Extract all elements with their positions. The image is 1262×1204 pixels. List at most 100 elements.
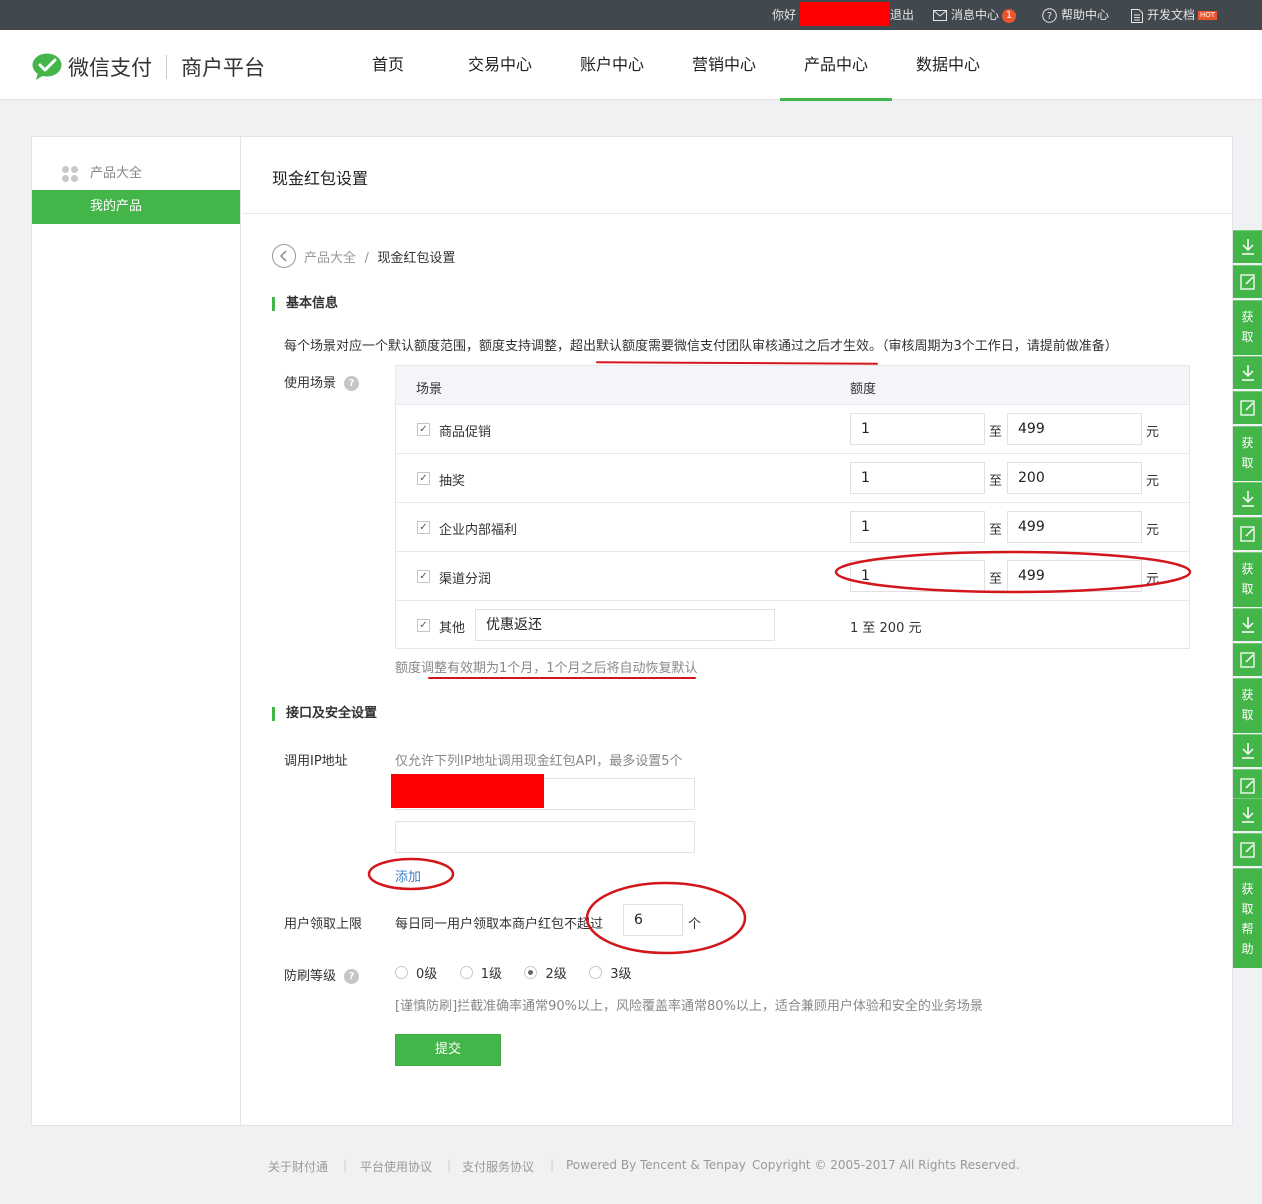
fetch-button[interactable]: 获取 [1233,552,1262,607]
to-label: 至 [989,523,1003,538]
edit-button[interactable] [1233,833,1262,866]
logo[interactable]: 微信支付 商户平台 [32,52,265,82]
sidebar-item-my-products[interactable]: 我的产品 [32,190,240,224]
message-count-badge: 1 [1002,8,1017,23]
breadcrumb-separator: / [364,251,369,266]
help-center-link[interactable]: ? 帮助中心 [1042,0,1109,30]
page-title: 现金红包设置 [272,169,369,188]
download-button[interactable] [1233,482,1262,515]
logout-link[interactable]: 退出 [890,0,914,30]
fetch-help-char: 助 [1241,942,1254,956]
scene-checkbox[interactable]: ✓ [417,570,430,583]
nav-data[interactable]: 数据中心 [892,30,1004,100]
fetch-button[interactable]: 获取 [1233,300,1262,355]
fetch-char: 获 [1241,562,1254,576]
fetch-char: 获 [1241,688,1254,702]
min-amount-input[interactable]: 1 [850,462,985,494]
breadcrumb-current: 现金红包设置 [377,251,456,266]
scene-name: 渠道分润 [439,572,492,587]
footer-separator: | [343,1158,348,1172]
sidebar-category[interactable]: 产品大全 [32,157,240,191]
footer-payment-agreement-link[interactable]: 支付服务协议 [462,1158,534,1175]
unit-label: 元 [1146,425,1160,440]
footer-about-link[interactable]: 关于财付通 [268,1158,328,1175]
fetch-button[interactable]: 获取 [1233,426,1262,481]
level-radio-1[interactable] [459,966,473,979]
fetch-char: 获 [1241,310,1254,324]
level-radio-0[interactable] [395,966,408,979]
help-icon[interactable]: ? [344,969,360,984]
main-nav: 首页 交易中心 账户中心 营销中心 产品中心 数据中心 [332,30,1004,101]
download-icon [1241,239,1254,255]
footer: 关于财付通 | 平台使用协议 | 支付服务协议 | Powered By Ten… [0,1156,1262,1176]
nav-products[interactable]: 产品中心 [780,30,892,101]
breadcrumb-parent[interactable]: 产品大全 [304,251,356,266]
sidebar-category-label: 产品大全 [90,166,143,181]
scene-label-text: 使用场景 [284,376,337,391]
ip-input-2[interactable] [395,821,695,853]
fetch-help-button[interactable]: 获 取 帮 助 [1233,868,1262,968]
ip-hint: 仅允许下列IP地址调用现金红包API，最多设置5个 [395,754,683,769]
table-row: ✓ 抽奖 1 至 200 元 [396,454,1189,503]
question-circle-icon: ? [1042,8,1057,23]
message-center-link[interactable]: 消息中心 1 [933,0,1017,30]
scene-checkbox[interactable]: ✓ [417,472,430,485]
min-amount-input[interactable]: 1 [850,413,985,445]
edit-button[interactable] [1233,517,1262,550]
fetch-char: 取 [1241,708,1254,722]
platform-name: 商户平台 [181,56,265,80]
footer-platform-agreement-link[interactable]: 平台使用协议 [360,1158,432,1175]
edit-icon [1239,652,1255,668]
level-option: 1级 [480,967,503,982]
amount-note: 额度调整有效期为1个月，1个月之后将自动恢复默认 [395,661,698,676]
edit-button[interactable] [1233,391,1262,424]
level-label-text: 防刷等级 [284,969,337,984]
scene-checkbox[interactable]: ✓ [417,619,430,632]
fetch-help-char: 获 [1241,882,1254,896]
level-option: 2级 [545,967,567,982]
fetch-help-char: 帮 [1241,922,1254,936]
other-scene-input[interactable]: 优惠返还 [475,609,775,641]
dev-docs-link[interactable]: 开发文档 HOT [1131,0,1218,30]
nav-home[interactable]: 首页 [332,30,444,100]
dev-docs-label: 开发文档 [1147,8,1196,22]
edit-button[interactable] [1233,265,1262,298]
nav-account[interactable]: 账户中心 [556,30,668,100]
basic-description: 每个场景对应一个默认额度范围，额度支持调整，超出默认额度需要微信支付团队审核通过… [284,339,1118,354]
fetch-button[interactable]: 获取 [1233,678,1262,733]
level-radio-3[interactable] [589,966,603,979]
nav-marketing[interactable]: 营销中心 [668,30,780,100]
fetch-char: 获 [1241,436,1254,450]
content-area: 现金红包设置 产品大全 / 现金红包设置 基本信息 每个场景对应一个默认额度范围… [242,137,1232,1125]
download-button[interactable] [1233,230,1262,263]
download-button[interactable] [1233,734,1262,767]
footer-separator: | [447,1158,452,1172]
max-amount-input[interactable]: 499 [1007,511,1142,543]
min-amount-input[interactable]: 1 [850,511,985,543]
download-button[interactable] [1233,356,1262,389]
download-icon [1241,743,1254,759]
scene-checkbox[interactable]: ✓ [417,423,430,436]
back-button[interactable] [272,244,296,268]
submit-button[interactable]: 提交 [395,1034,501,1066]
level-label: 防刷等级? [284,965,360,984]
download-button[interactable] [1233,798,1262,831]
table-row: ✓ 商品促销 1 至 499 元 [396,405,1189,454]
edit-button[interactable] [1233,643,1262,676]
max-amount-input[interactable]: 499 [1007,413,1142,445]
download-button[interactable] [1233,608,1262,641]
scene-checkbox[interactable]: ✓ [417,521,430,534]
annotation-underline [428,677,696,679]
help-center-label: 帮助中心 [1061,8,1110,22]
brand-name: 微信支付 [68,56,152,80]
scene-name: 商品促销 [439,425,492,440]
level-radio-2[interactable] [524,966,538,979]
scene-table: 场景 额度 ✓ 商品促销 1 至 499 元 ✓ 抽奖 1 至 200 元 ✓ [395,365,1190,649]
nav-transactions[interactable]: 交易中心 [444,30,556,100]
edit-icon [1239,400,1255,416]
level-option: 0级 [416,967,438,982]
edit-icon [1239,526,1255,542]
max-amount-input[interactable]: 200 [1007,462,1142,494]
help-icon[interactable]: ? [344,376,360,391]
edit-icon [1239,274,1255,290]
